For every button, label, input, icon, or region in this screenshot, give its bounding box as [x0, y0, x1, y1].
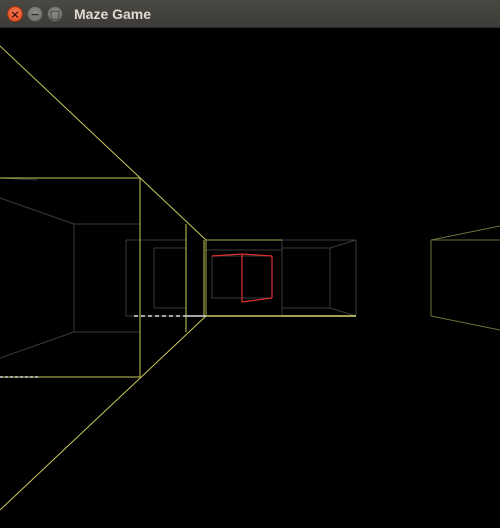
close-icon: × — [10, 7, 20, 21]
close-window-button[interactable]: × — [7, 6, 23, 22]
title-bar[interactable]: × − □ Maze Game — [0, 0, 500, 28]
maximize-icon: □ — [49, 7, 61, 21]
near-wall-left — [0, 45, 207, 511]
right-wall — [430, 225, 500, 331]
far-corridor-center — [140, 239, 357, 317]
floor-lines — [0, 315, 356, 378]
maximize-window-button[interactable]: □ — [47, 6, 63, 22]
window-title: Maze Game — [74, 6, 152, 22]
center-doorway — [205, 239, 282, 316]
game-window: × − □ Maze Game — [0, 0, 500, 528]
minimize-window-button[interactable]: − — [27, 6, 43, 22]
maze-wireframe-canvas — [0, 45, 500, 511]
far-corridor-left — [0, 177, 140, 359]
minimize-icon: − — [30, 7, 40, 21]
goal-marker — [211, 253, 273, 303]
maze-3d-view[interactable] — [0, 28, 500, 528]
